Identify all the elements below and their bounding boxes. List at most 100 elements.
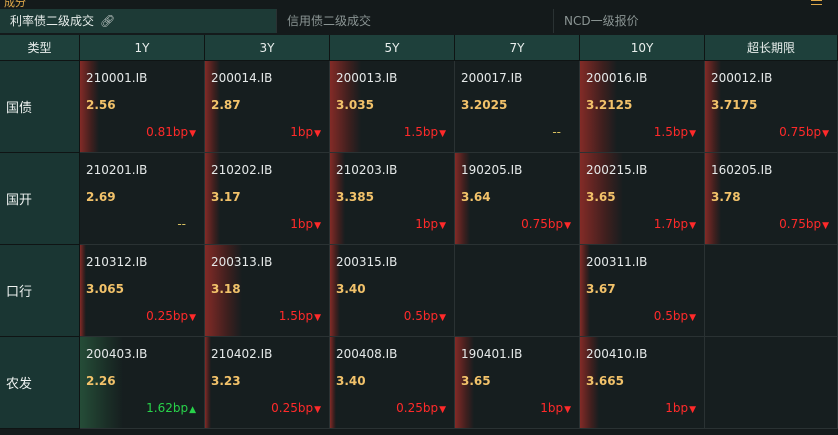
yield-change: 0.75bp▼ <box>779 125 829 139</box>
bond-cell[interactable]: 190205.IB 3.64 0.75bp▼ <box>455 153 580 245</box>
bond-cell[interactable]: 200012.IB 3.7175 0.75bp▼ <box>705 61 838 153</box>
bond-yield: 3.2125 <box>586 98 633 112</box>
yield-change: 0.25bp▼ <box>396 401 446 415</box>
bond-yield: 3.18 <box>211 282 241 296</box>
bond-code: 200017.IB <box>461 71 523 85</box>
bond-cell[interactable]: 210201.IB 2.69 -- <box>80 153 205 245</box>
yield-change: 0.5bp▼ <box>404 309 446 323</box>
header-1y[interactable]: 1Y <box>80 35 205 61</box>
bond-code: 190401.IB <box>461 347 523 361</box>
bond-code: 200403.IB <box>86 347 148 361</box>
bond-cell[interactable]: 200408.IB 3.40 0.25bp▼ <box>330 337 455 429</box>
bond-cell[interactable]: 200315.IB 3.40 0.5bp▼ <box>330 245 455 337</box>
yield-change: 1bp▼ <box>665 401 696 415</box>
yield-change-value: 1.5bp <box>403 125 439 139</box>
table-row-cdb: 国开 210201.IB 2.69 -- 210202.IB 3.17 1bp▼ 210203… <box>0 153 838 245</box>
bond-code: 200311.IB <box>586 255 648 269</box>
triangle-down-icon: ▼ <box>439 405 446 415</box>
triangle-down-icon: ▼ <box>564 221 571 231</box>
bond-yield: 3.17 <box>211 190 241 204</box>
tab-label: 信用债二级成交 <box>287 14 372 28</box>
tab-ncd-quotes[interactable]: NCD一级报价 <box>553 9 838 33</box>
tab-rate-bond-trades[interactable]: 利率债二级成交 🔗︎ <box>0 9 276 33</box>
yield-change-value: 0.25bp <box>271 401 314 415</box>
bond-cell[interactable]: 200013.IB 3.035 1.5bp▼ <box>330 61 455 153</box>
bond-cell[interactable]: 210402.IB 3.23 0.25bp▼ <box>205 337 330 429</box>
yield-change: 1.5bp▼ <box>279 309 321 323</box>
bond-yield: 3.035 <box>336 98 374 112</box>
tab-label: 利率债二级成交 <box>10 14 95 28</box>
grid-body: 国债 210001.IB 2.56 0.81bp▼ 200014.IB 2.87 1bp▼ 2… <box>0 61 838 429</box>
bond-cell[interactable]: 200016.IB 3.2125 1.5bp▼ <box>580 61 705 153</box>
bond-code: 200014.IB <box>211 71 273 85</box>
table-row-adbc: 农发 200403.IB 2.26 1.62bp▲ 210402.IB 3.23 0.25b… <box>0 337 838 429</box>
yield-change-value: -- <box>552 125 561 139</box>
header-row: 类型 1Y 3Y 5Y 7Y 10Y 超长期限 <box>0 35 838 61</box>
triangle-down-icon: ▼ <box>439 313 446 323</box>
header-5y[interactable]: 5Y <box>330 35 455 61</box>
header-3y[interactable]: 3Y <box>205 35 330 61</box>
link-icon[interactable]: 🔗︎ <box>100 9 115 33</box>
bond-cell[interactable]: 160205.IB 3.78 0.75bp▼ <box>705 153 838 245</box>
bond-code: 200315.IB <box>336 255 398 269</box>
bond-cell <box>705 337 838 429</box>
bond-yield: 2.69 <box>86 190 116 204</box>
bond-code: 210202.IB <box>211 163 273 177</box>
bond-cell[interactable]: 200215.IB 3.65 1.7bp▼ <box>580 153 705 245</box>
bond-cell[interactable]: 200410.IB 3.665 1bp▼ <box>580 337 705 429</box>
bond-cell[interactable]: 200017.IB 3.2025 -- <box>455 61 580 153</box>
bond-yield: 2.26 <box>86 374 116 388</box>
yield-change-value: 1bp <box>540 401 564 415</box>
triangle-down-icon: ▼ <box>822 129 829 139</box>
bond-code: 200313.IB <box>211 255 273 269</box>
bond-cell[interactable]: 210202.IB 3.17 1bp▼ <box>205 153 330 245</box>
bond-code: 200016.IB <box>586 71 648 85</box>
bond-yield: 3.385 <box>336 190 374 204</box>
table-row-exim: 口行 210312.IB 3.065 0.25bp▼ 200313.IB 3.18 1.5b… <box>0 245 838 337</box>
row-type-label: 国债 <box>0 61 80 153</box>
yield-change: 0.75bp▼ <box>521 217 571 231</box>
row-type-label: 口行 <box>0 245 80 337</box>
bond-cell[interactable]: 210312.IB 3.065 0.25bp▼ <box>80 245 205 337</box>
yield-change: 0.25bp▼ <box>146 309 196 323</box>
bond-yield: 3.65 <box>586 190 616 204</box>
header-10y[interactable]: 10Y <box>580 35 705 61</box>
yield-change: 1bp▼ <box>415 217 446 231</box>
bond-yield: 3.40 <box>336 282 366 296</box>
yield-change-value: 0.5bp <box>403 309 439 323</box>
triangle-down-icon: ▼ <box>564 405 571 415</box>
bond-cell <box>705 245 838 337</box>
bond-cell[interactable]: 210001.IB 2.56 0.81bp▼ <box>80 61 205 153</box>
tab-label: NCD一级报价 <box>564 14 639 28</box>
bond-cell[interactable]: 210203.IB 3.385 1bp▼ <box>330 153 455 245</box>
bond-yield: 3.2025 <box>461 98 508 112</box>
bond-code: 200012.IB <box>711 71 773 85</box>
bond-yield: 3.23 <box>211 374 241 388</box>
bond-cell[interactable]: 190401.IB 3.65 1bp▼ <box>455 337 580 429</box>
menu-icon[interactable] <box>811 0 822 5</box>
bond-cell[interactable]: 200014.IB 2.87 1bp▼ <box>205 61 330 153</box>
yield-change-value: 1.7bp <box>653 217 689 231</box>
bond-cell <box>455 245 580 337</box>
triangle-down-icon: ▼ <box>314 405 321 415</box>
yield-change: 1.62bp▲ <box>146 401 196 415</box>
bond-code: 210312.IB <box>86 255 148 269</box>
yield-change: 1bp▼ <box>290 125 321 139</box>
yield-change-value: 1bp <box>665 401 689 415</box>
bond-code: 210402.IB <box>211 347 273 361</box>
triangle-down-icon: ▼ <box>314 313 321 323</box>
bond-cell[interactable]: 200311.IB 3.67 0.5bp▼ <box>580 245 705 337</box>
yield-change-value: 0.75bp <box>521 217 564 231</box>
bond-yield: 3.78 <box>711 190 741 204</box>
yield-change-value: 1.5bp <box>278 309 314 323</box>
yield-change: 1.5bp▼ <box>654 125 696 139</box>
header-type[interactable]: 类型 <box>0 35 80 61</box>
triangle-down-icon: ▼ <box>439 221 446 231</box>
header-7y[interactable]: 7Y <box>455 35 580 61</box>
tab-credit-bond-trades[interactable]: 信用债二级成交 <box>276 9 553 33</box>
bond-cell[interactable]: 200313.IB 3.18 1.5bp▼ <box>205 245 330 337</box>
yield-change-value: 0.81bp <box>146 125 189 139</box>
bond-cell[interactable]: 200403.IB 2.26 1.62bp▲ <box>80 337 205 429</box>
header-ultra-long[interactable]: 超长期限 <box>705 35 838 61</box>
tab-bar: 利率债二级成交 🔗︎ 信用债二级成交 NCD一级报价 <box>0 9 838 33</box>
